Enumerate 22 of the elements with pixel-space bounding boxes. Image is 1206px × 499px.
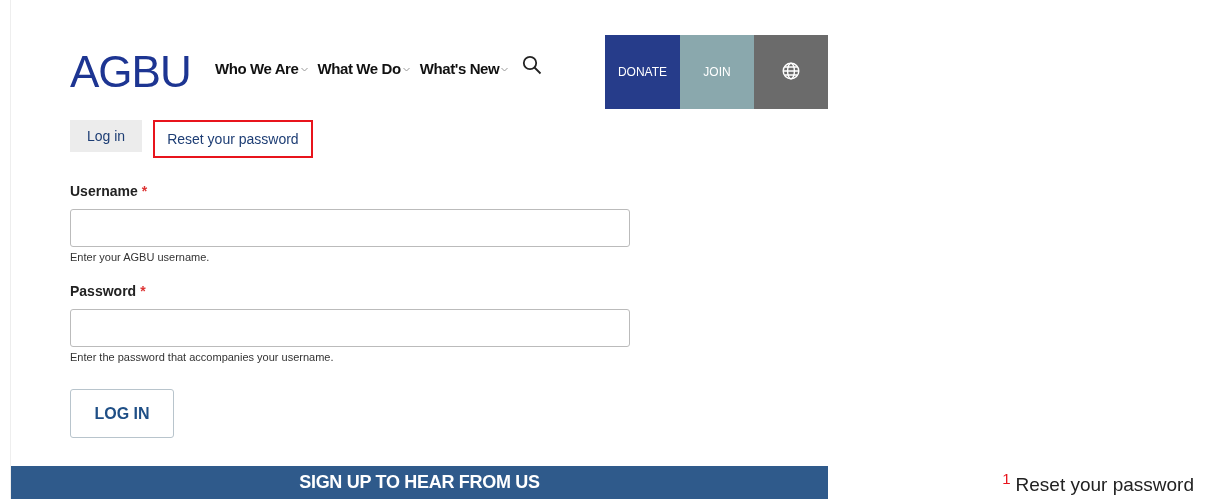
- tab[interactable]: Log in: [70, 120, 143, 152]
- field-label: Username: [70, 183, 138, 201]
- login-button[interactable]: LOG IN: [70, 389, 174, 438]
- language-button[interactable]: [754, 35, 828, 109]
- field-description: Enter your AGBU username.: [70, 251, 211, 263]
- required-mark: *: [141, 183, 148, 201]
- input-field[interactable]: [70, 309, 630, 347]
- field-label: Password: [70, 283, 137, 301]
- signup-banner[interactable]: SIGN UP TO HEAR FROM US: [11, 466, 828, 499]
- footnote-marker: 1: [1002, 471, 1011, 486]
- nav-link[interactable]: What We Do: [317, 59, 410, 77]
- globe-icon: [782, 62, 800, 80]
- input-field[interactable]: [70, 209, 630, 247]
- required-mark: *: [140, 283, 146, 301]
- logo[interactable]: AGBU: [70, 50, 215, 94]
- tab[interactable]: Reset your password: [153, 120, 313, 158]
- footnote-text: Reset your password: [1015, 473, 1194, 497]
- donate-button[interactable]: DONATE: [605, 35, 680, 109]
- nav-link[interactable]: Who We Are: [215, 59, 308, 77]
- nav-link[interactable]: What's New: [419, 59, 509, 77]
- field-description: Enter the password that accompanies your username.: [70, 351, 335, 363]
- search-icon[interactable]: [522, 55, 543, 75]
